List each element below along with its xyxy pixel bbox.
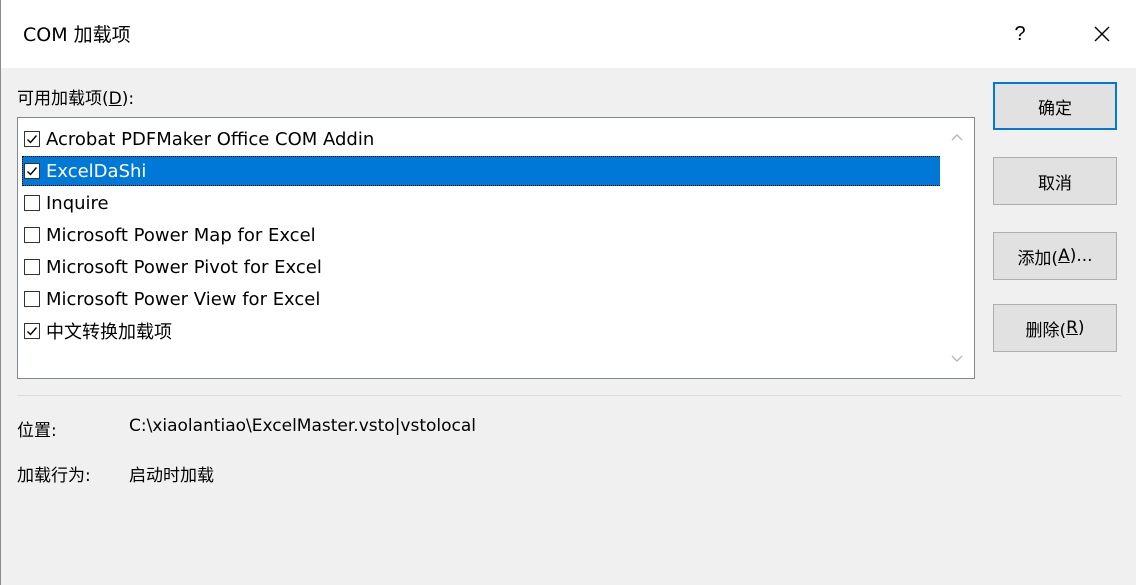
available-addins-label: 可用加载项(D): <box>17 84 134 109</box>
checkbox[interactable] <box>24 291 40 307</box>
chevron-up-icon <box>950 132 964 142</box>
ok-button[interactable]: 确定 <box>993 82 1117 130</box>
checkbox[interactable] <box>24 227 40 243</box>
list-item-label: Acrobat PDFMaker Office COM Addin <box>46 129 374 150</box>
checkbox[interactable] <box>24 131 40 147</box>
list-item-label: Inquire <box>46 193 109 214</box>
checkbox[interactable] <box>24 163 40 179</box>
list-item[interactable]: 中文转换加载项 <box>22 316 942 346</box>
location-value: C:\xiaolantiao\ExcelMaster.vsto|vstoloca… <box>129 416 476 436</box>
remove-button[interactable]: 删除(R) <box>993 304 1117 352</box>
addins-listbox[interactable]: Acrobat PDFMaker Office COM Addin ExcelD… <box>17 117 975 379</box>
checkmark-icon <box>26 133 38 145</box>
chevron-down-icon <box>950 354 964 364</box>
list-item-label: ExcelDaShi <box>46 161 146 182</box>
list-item-label: Microsoft Power View for Excel <box>46 289 320 310</box>
load-behavior-label: 加载行为: <box>17 461 91 486</box>
scroll-up-button[interactable] <box>940 122 974 152</box>
list-item[interactable]: ExcelDaShi <box>22 156 942 186</box>
checkbox[interactable] <box>24 195 40 211</box>
vertical-scrollbar[interactable] <box>940 118 974 378</box>
help-button[interactable]: ? <box>991 0 1049 68</box>
checkbox[interactable] <box>24 259 40 275</box>
dialog-title: COM 加载项 <box>23 20 131 47</box>
title-bar: COM 加载项 ? <box>1 0 1136 68</box>
list-item[interactable]: Microsoft Power Pivot for Excel <box>22 252 942 282</box>
help-icon: ? <box>1014 23 1025 46</box>
location-label: 位置: <box>17 416 57 441</box>
close-icon <box>1093 25 1111 43</box>
checkbox[interactable] <box>24 323 40 339</box>
checkmark-icon <box>26 325 38 337</box>
list-item-label: Microsoft Power Pivot for Excel <box>46 257 322 278</box>
add-button[interactable]: 添加(A)... <box>993 232 1117 280</box>
load-behavior-value: 启动时加载 <box>129 461 214 486</box>
list-item[interactable]: Microsoft Power Map for Excel <box>22 220 942 250</box>
list-item-label: Microsoft Power Map for Excel <box>46 225 316 246</box>
separator <box>17 395 1121 396</box>
list-item[interactable]: Acrobat PDFMaker Office COM Addin <box>22 124 942 154</box>
checkmark-icon <box>26 165 38 177</box>
cancel-button[interactable]: 取消 <box>993 157 1117 205</box>
close-button[interactable] <box>1073 0 1131 68</box>
com-addins-dialog: COM 加载项 ? 可用加载项(D): Acrobat PDFMaker Off… <box>0 0 1136 585</box>
list-item[interactable]: Inquire <box>22 188 942 218</box>
scroll-down-button[interactable] <box>940 344 974 374</box>
list-item-label: 中文转换加载项 <box>46 318 172 344</box>
list-item[interactable]: Microsoft Power View for Excel <box>22 284 942 314</box>
